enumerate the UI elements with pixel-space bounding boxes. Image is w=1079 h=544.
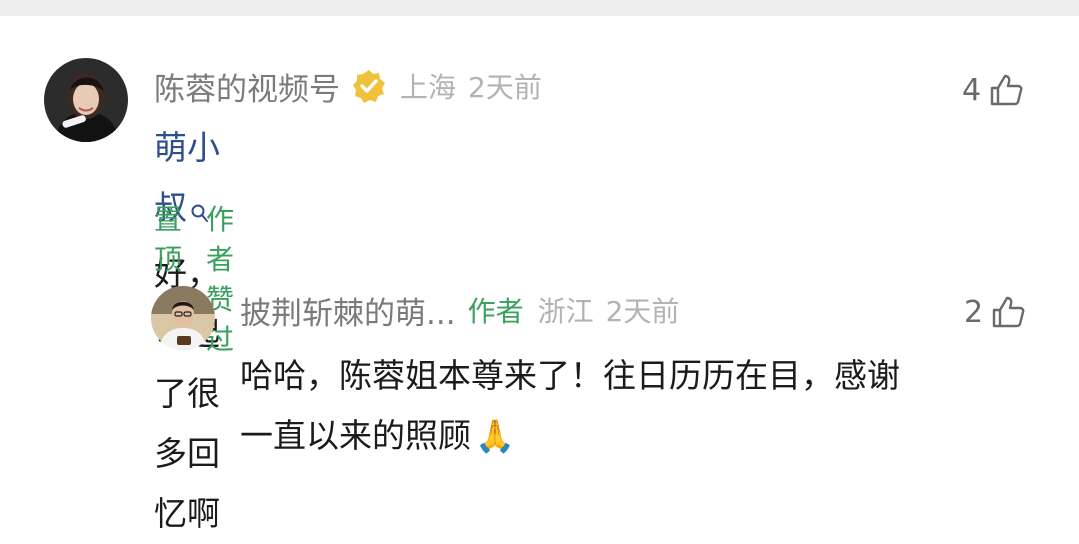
top-divider [0, 0, 1079, 16]
verified-badge-icon [352, 69, 386, 103]
reply-text: 哈哈，陈蓉姐本尊来了！往日历历在目，感谢 一直以来的照顾 🙏 [240, 346, 1050, 466]
author-badge: 作者 [467, 295, 524, 328]
like-button[interactable]: 4 [962, 70, 1023, 110]
reply-text-line2-wrap: 一直以来的照顾 🙏 [240, 406, 1050, 466]
reply-author-name[interactable]: 披荆斩棘的萌... [240, 288, 456, 333]
comment-time: 2天前 [468, 71, 542, 104]
comment-author-name[interactable]: 陈蓉的视频号 [154, 64, 340, 109]
reply-text-line2: 一直以来的照顾 [240, 416, 471, 455]
reply-location: 浙江 [537, 295, 594, 328]
praying-hands-icon: 🙏 [475, 417, 515, 455]
reply-like-button[interactable]: 2 [964, 292, 1025, 332]
like-count: 4 [962, 72, 982, 108]
reply-time: 2天前 [605, 295, 680, 328]
thumbs-up-icon [990, 74, 1023, 106]
thumbs-up-icon [992, 296, 1025, 328]
reply-text-line1: 哈哈，陈蓉姐本尊来了！往日历历在目，感谢 [240, 356, 900, 395]
comment-location: 上海 [400, 71, 457, 104]
reply-like-count: 2 [964, 294, 984, 330]
reply-author-line: 披荆斩棘的萌... 作者 浙江 2天前 [240, 288, 680, 333]
comment-author-line: 陈蓉的视频号 上海 2天前 [154, 64, 542, 109]
reply-avatar[interactable] [151, 286, 215, 350]
avatar[interactable] [44, 58, 128, 142]
